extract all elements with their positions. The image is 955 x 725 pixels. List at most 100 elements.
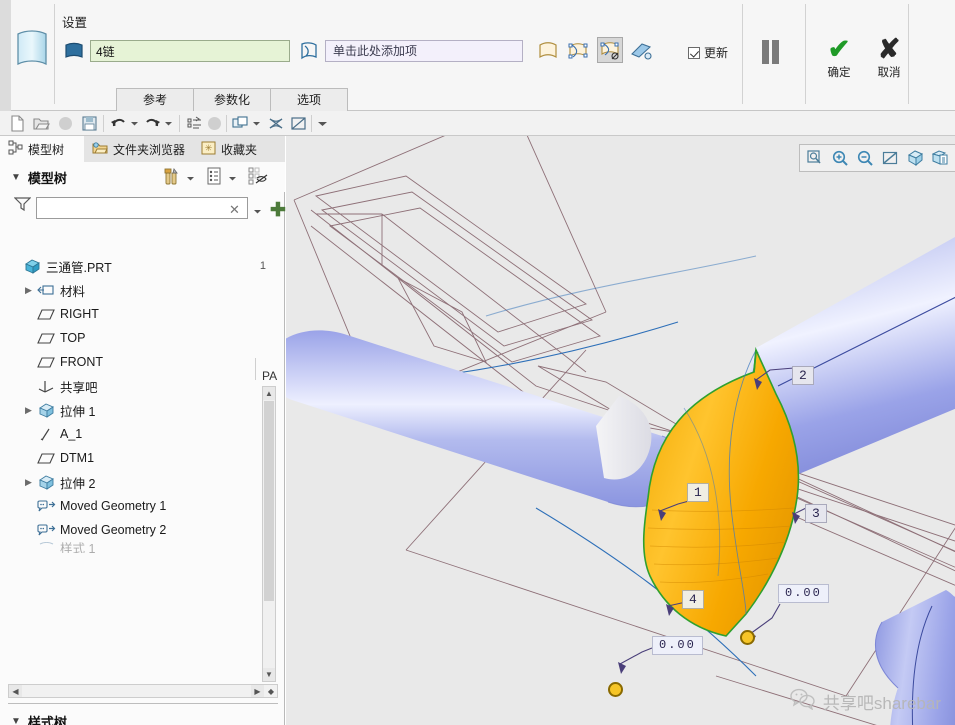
zoom-to-fit-icon[interactable] — [804, 147, 826, 169]
chevron-down-icon[interactable]: ▼ — [11, 172, 21, 183]
ribbon-left-strip — [0, 0, 11, 111]
model-tree-horizontal-scrollbar[interactable]: ◀ ▶ ◆ — [8, 684, 278, 698]
sidebar-item-folder-browser[interactable]: 文件夹浏览器 — [84, 136, 193, 162]
pause-icon[interactable] — [762, 40, 788, 66]
extrude-icon — [35, 402, 57, 418]
display-style-icon[interactable] — [289, 114, 308, 133]
table-row[interactable]: 共享吧 — [8, 374, 270, 398]
style-feature-icon — [35, 542, 57, 553]
style-name-input[interactable] — [90, 40, 290, 62]
tab-parametric[interactable]: 参数化 — [193, 88, 271, 111]
display-style-cube-icon[interactable] — [904, 147, 926, 169]
tools-icon[interactable] — [163, 167, 181, 189]
save-as-icon[interactable] — [56, 114, 75, 133]
tree-item-label: Moved Geometry 2 — [60, 523, 167, 537]
undo-icon[interactable] — [109, 114, 128, 133]
model-tree-list[interactable]: 三通管.PRT 1 ▶ 材料 RIGHT TOP FRONT 共享吧 ▶ 拉伸 … — [8, 254, 270, 574]
ribbon-divider-1 — [54, 4, 55, 104]
chain-label-4[interactable]: 4 — [682, 590, 704, 609]
style-surface-icon[interactable] — [64, 42, 84, 63]
expander-icon[interactable]: ▶ — [22, 405, 35, 416]
curve-network-hide-icon[interactable] — [597, 37, 623, 63]
curve-network-icon[interactable] — [565, 38, 591, 64]
table-row[interactable]: TOP — [8, 326, 270, 350]
repaint-icon[interactable] — [879, 147, 901, 169]
ribbon-divider-3 — [805, 4, 806, 104]
undo-dropdown-icon[interactable] — [129, 114, 140, 133]
close-window-icon[interactable] — [205, 114, 224, 133]
setup-section-label: 设置 — [62, 16, 88, 30]
scroll-end-arrow[interactable]: ◆ — [265, 685, 277, 697]
dimension-value-1[interactable]: 0.00 — [778, 584, 829, 603]
shade-surface-icon[interactable] — [629, 38, 655, 64]
curve-chain-icon[interactable] — [299, 42, 319, 63]
overflow-dropdown-icon[interactable] — [315, 114, 330, 133]
tree-item-label: 共享吧 — [60, 380, 98, 395]
regenerate-list-icon[interactable] — [185, 114, 204, 133]
clear-x-icon[interactable]: ✕ — [229, 202, 240, 218]
surface-style-icon — [12, 26, 52, 72]
expander-icon[interactable]: ▶ — [22, 285, 35, 296]
table-row[interactable]: Moved Geometry 2 — [8, 518, 270, 542]
model-tree-vertical-scrollbar[interactable]: ▲ ▼ — [262, 386, 276, 682]
new-file-icon[interactable] — [8, 114, 27, 133]
window-switch-icon[interactable] — [231, 114, 250, 133]
cancel-button[interactable]: ✘ 取消 — [872, 34, 906, 80]
drag-handle-2[interactable] — [608, 682, 623, 697]
table-row[interactable]: ▶ 拉伸 2 — [8, 470, 270, 494]
update-checkbox[interactable] — [688, 46, 700, 59]
chain-label-1[interactable]: 1 — [687, 483, 709, 502]
scroll-down-arrow[interactable]: ▼ — [263, 668, 275, 681]
watermark-text: 共享吧sharebar — [822, 694, 941, 713]
drag-handle-1[interactable] — [740, 630, 755, 645]
tools-dropdown-icon[interactable] — [186, 171, 195, 185]
plus-icon[interactable]: ✚ — [270, 199, 286, 222]
chain-label-2[interactable]: 2 — [792, 366, 814, 385]
display-dropdown-icon[interactable] — [228, 171, 237, 185]
table-row[interactable]: FRONT — [8, 350, 270, 374]
table-row[interactable]: ▶ 拉伸 1 — [8, 398, 270, 422]
chain-label-3[interactable]: 3 — [805, 504, 827, 523]
scroll-thumb[interactable] — [264, 401, 274, 601]
table-row[interactable]: DTM1 — [8, 446, 270, 470]
tree-filter-hide-icon[interactable] — [248, 167, 268, 188]
dimension-value-2[interactable]: 0.00 — [652, 636, 703, 655]
zoom-in-icon[interactable] — [829, 147, 851, 169]
table-row[interactable]: ▶ 材料 — [8, 278, 270, 302]
panel-splitter[interactable] — [8, 703, 278, 704]
ok-button[interactable]: ✔ 确定 — [822, 34, 856, 80]
window-dropdown-icon[interactable] — [251, 114, 262, 133]
table-row[interactable]: 三通管.PRT 1 — [8, 254, 270, 278]
scroll-right-arrow[interactable]: ▶ — [251, 685, 264, 697]
update-checkbox-row[interactable]: 更新 — [688, 44, 728, 61]
chevron-down-icon[interactable] — [253, 204, 262, 218]
viewport-toolbar — [799, 144, 955, 172]
table-row[interactable]: RIGHT — [8, 302, 270, 326]
surface-preview-icon[interactable] — [535, 38, 561, 64]
sidebar-item-favorites[interactable]: ✳ 收藏夹 — [193, 136, 277, 162]
ok-button-label: 确定 — [827, 67, 851, 79]
moved-geometry-icon — [35, 499, 57, 513]
table-row[interactable]: A_1 — [8, 422, 270, 446]
model-tree-filter-input[interactable] — [36, 197, 248, 219]
tab-references[interactable]: 参考 — [116, 88, 194, 111]
chevron-down-icon[interactable]: ▼ — [11, 716, 21, 725]
redo-dropdown-icon[interactable] — [163, 114, 174, 133]
display-list-icon[interactable] — [206, 167, 222, 188]
hidden-items-icon[interactable] — [266, 114, 285, 133]
graphics-viewport[interactable]: 2 1 3 4 0.00 0.00 共享吧sharebar — [286, 136, 955, 725]
redo-icon[interactable] — [143, 114, 162, 133]
tree-item-label: 样式 1 — [60, 542, 96, 553]
expander-icon[interactable]: ▶ — [22, 477, 35, 488]
table-row-partial[interactable]: 样式 1 — [8, 542, 270, 553]
scroll-left-arrow[interactable]: ◀ — [9, 685, 22, 697]
table-row[interactable]: Moved Geometry 1 — [8, 494, 270, 518]
open-folder-icon[interactable] — [32, 114, 51, 133]
reference-collector[interactable]: 单击此处添加项 — [325, 40, 523, 62]
scroll-up-arrow[interactable]: ▲ — [263, 387, 275, 400]
saved-views-icon[interactable] — [929, 147, 951, 169]
tab-options[interactable]: 选项 — [270, 88, 348, 111]
save-icon[interactable] — [80, 114, 99, 133]
zoom-out-icon[interactable] — [854, 147, 876, 169]
sidebar-item-model-tree[interactable]: 模型树 — [0, 136, 84, 162]
